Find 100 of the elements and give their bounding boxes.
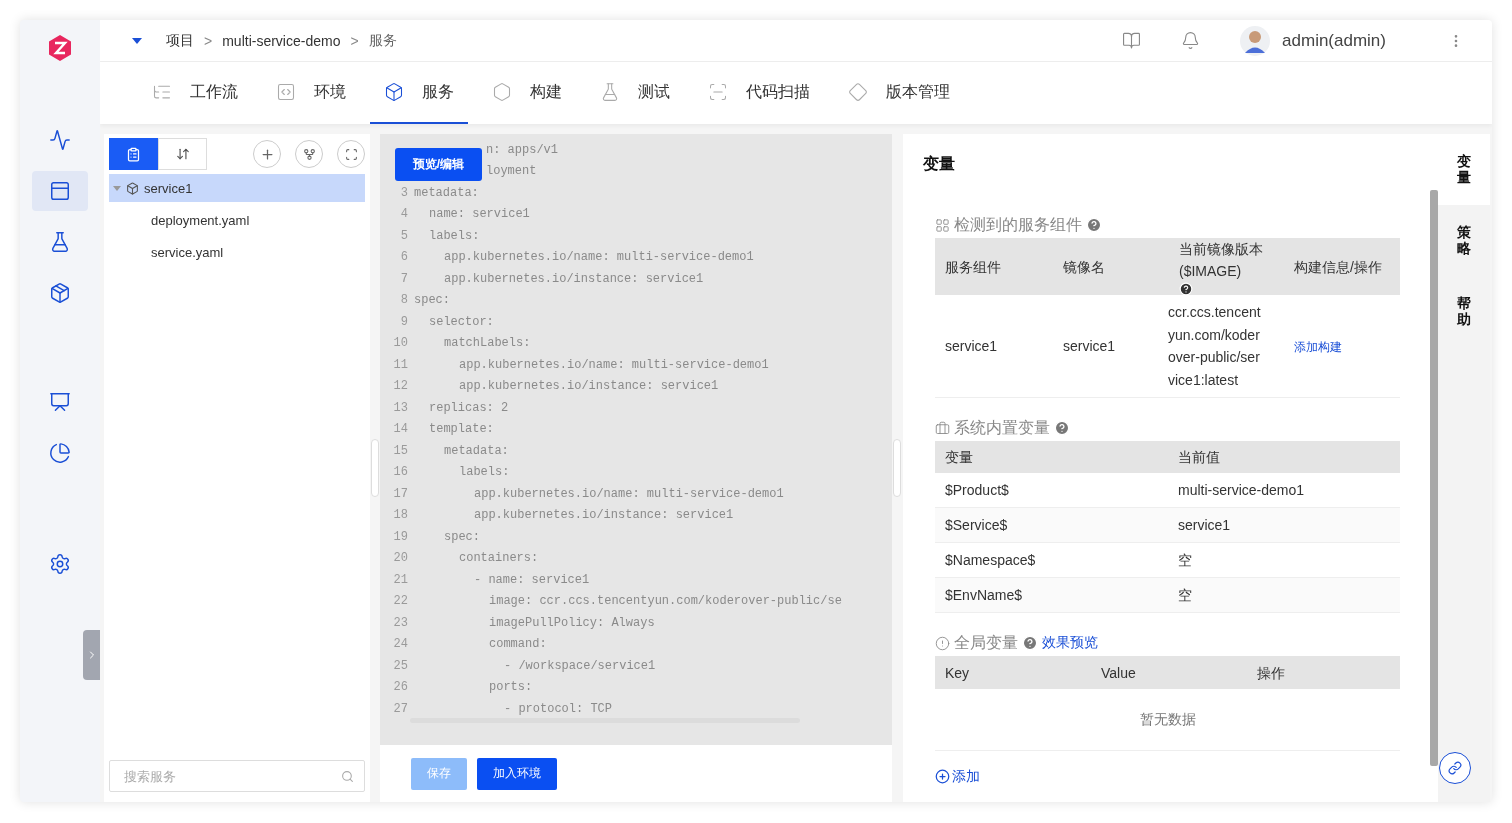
- diamond-icon: [848, 82, 868, 102]
- link-button[interactable]: [1439, 752, 1471, 784]
- dropdown-caret-icon[interactable]: [132, 37, 142, 44]
- code-line: app.kubernetes.io/instance: service1: [474, 508, 734, 523]
- code-line: name: service1: [429, 207, 530, 222]
- nav-tab[interactable]: 环境: [262, 62, 360, 124]
- code-line: app.kubernetes.io/name: multi-service-demo1: [444, 250, 754, 265]
- section-title: 系统内置变量: [954, 417, 1050, 438]
- code-editor[interactable]: [380, 134, 892, 745]
- line-number: 16: [392, 465, 408, 480]
- flask-icon: [49, 231, 71, 253]
- code-line: app.kubernetes.io/name: multi-service-demo1: [459, 357, 769, 372]
- line-number: 27: [392, 701, 408, 716]
- flask-icon: [600, 82, 620, 102]
- breadcrumb-item[interactable]: 项目: [166, 31, 194, 50]
- line-number: 18: [392, 508, 408, 523]
- nav-tab[interactable]: 版本管理: [834, 62, 964, 124]
- side-tab[interactable]: 变量: [1438, 134, 1490, 205]
- line-number: 14: [392, 422, 408, 437]
- view-toggle[interactable]: [109, 138, 158, 170]
- join-env-button[interactable]: 加入环境: [477, 757, 557, 790]
- code-line: selector:: [429, 314, 494, 329]
- code-line: replicas: 2: [429, 400, 509, 415]
- book-icon[interactable]: [1122, 31, 1142, 50]
- table-cell-text: $Namespace$: [944, 551, 1037, 570]
- code-line: - protocol: TCP: [504, 701, 613, 716]
- cube-icon: [384, 82, 404, 102]
- side-tab[interactable]: 帮助: [1438, 276, 1490, 347]
- nav-tab[interactable]: 构建: [478, 62, 576, 124]
- collapse-handle[interactable]: [83, 630, 100, 680]
- code-line: metadata:: [414, 185, 479, 200]
- help-icon[interactable]: [1179, 282, 1193, 296]
- code-icon: [276, 82, 296, 102]
- presentation-icon: [49, 391, 71, 413]
- tree-item[interactable]: service.yaml: [109, 238, 365, 266]
- table-cell-text: multi-service-demo1: [1177, 481, 1306, 500]
- user-name[interactable]: admin(admin): [1282, 30, 1386, 51]
- line-number: 12: [392, 379, 408, 394]
- empty-text: 暂无数据: [1139, 710, 1196, 729]
- sidebar-item[interactable]: [32, 171, 88, 211]
- section-title: 检测到的服务组件: [954, 214, 1082, 235]
- line-number: 11: [392, 357, 408, 372]
- line-number: 8: [399, 293, 408, 308]
- add-link[interactable]: 添加: [935, 767, 980, 785]
- breadcrumb-separator: >: [204, 32, 213, 49]
- search-field[interactable]: 搜索服务: [109, 760, 365, 792]
- line-number: 25: [392, 658, 408, 673]
- code-line: app.kubernetes.io/instance: service1: [444, 271, 704, 286]
- package-icon: [49, 282, 71, 304]
- code-line: command:: [489, 637, 547, 652]
- nav-tab[interactable]: 工作流: [138, 62, 252, 124]
- table-cell-text: $EnvName$: [944, 586, 1024, 605]
- preview-edit-button[interactable]: 预览/编辑: [395, 148, 482, 181]
- clipboard-icon: [126, 146, 141, 162]
- link-icon: [1448, 761, 1462, 775]
- column-header: Value: [1100, 663, 1137, 683]
- breadcrumb-item[interactable]: multi-service-demo: [222, 32, 341, 49]
- code-line: spec:: [414, 293, 450, 308]
- code-line: app.kubernetes.io/name: multi-service-demo1: [474, 486, 784, 501]
- nav-tab[interactable]: 代码扫描: [694, 62, 824, 124]
- bell-icon[interactable]: [1181, 31, 1201, 50]
- code-line: image: ccr.ccs.tencentyun.com/koderover-public/se: [489, 594, 842, 609]
- column-header: 当前值: [1177, 448, 1221, 467]
- breadcrumb-separator: >: [350, 32, 359, 49]
- column-header: 变量: [944, 448, 974, 467]
- table-cell-text: 空: [1177, 551, 1193, 570]
- tree-item[interactable]: deployment.yaml: [109, 206, 365, 234]
- code-line: containers:: [459, 551, 539, 566]
- preview-link[interactable]: 效果预览: [1042, 634, 1098, 652]
- code-line: spec:: [444, 529, 480, 544]
- code-line: - name: service1: [474, 572, 590, 587]
- table-cell-text: ccr.ccs.tencentyun.com/koderover-public/service1:latest: [1168, 303, 1262, 390]
- hexagon-icon: [492, 82, 512, 102]
- avatar[interactable]: [1240, 25, 1271, 56]
- nav-tab[interactable]: 服务: [370, 62, 468, 124]
- plus-circle-icon: [935, 768, 950, 784]
- column-header: 构建信息/操作: [1293, 258, 1383, 277]
- resize-handle[interactable]: [893, 439, 901, 497]
- add-build-link[interactable]: 添加构建: [1294, 339, 1342, 354]
- tree-item[interactable]: service1: [109, 174, 365, 202]
- column-header: Key: [944, 663, 971, 683]
- line-number: 9: [399, 314, 408, 329]
- code-line: matchLabels:: [444, 336, 531, 351]
- line-number: 3: [399, 185, 408, 200]
- briefcase-icon: [935, 420, 950, 436]
- box-icon: [126, 181, 139, 195]
- line-number: 21: [392, 572, 408, 587]
- code-line: labels:: [429, 228, 480, 243]
- line-number: 7: [399, 271, 408, 286]
- side-tab[interactable]: 策略: [1438, 205, 1490, 276]
- grid-icon: [935, 217, 950, 233]
- scrollbar[interactable]: [1430, 190, 1438, 766]
- code-line: app.kubernetes.io/instance: service1: [459, 379, 719, 394]
- resize-handle[interactable]: [371, 439, 379, 497]
- line-number: 23: [392, 615, 408, 630]
- pie-chart-icon: [49, 442, 71, 464]
- column-header: 操作: [1256, 663, 1286, 683]
- line-number: 24: [392, 637, 408, 652]
- plus-icon: [259, 146, 275, 162]
- nav-tab[interactable]: 测试: [586, 62, 684, 124]
